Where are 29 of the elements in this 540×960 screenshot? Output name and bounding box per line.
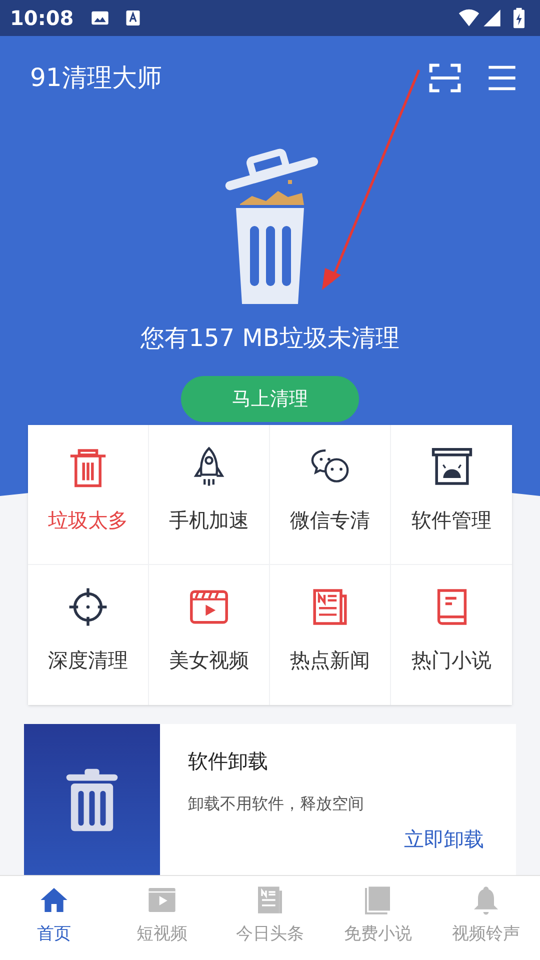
app-title: 91清理大师 (30, 62, 162, 94)
text-icon (124, 9, 142, 27)
clock: 10:08 (10, 5, 74, 32)
tool-label: 垃圾太多 (48, 507, 128, 534)
tool-label: 手机加速 (169, 507, 249, 534)
scan-icon (428, 61, 462, 95)
tool-label: 热门小说 (412, 647, 492, 674)
tool-tile[interactable]: 深度清理 (28, 565, 149, 705)
tool-tile[interactable]: 微信专清 (270, 425, 391, 565)
uninstall-now-link[interactable]: 立即卸载 (404, 824, 484, 854)
tool-label: 软件管理 (412, 507, 492, 534)
tool-label: 深度清理 (48, 647, 128, 674)
tool-label: 热点新闻 (290, 647, 370, 674)
tool-tile[interactable]: 美女视频 (149, 565, 270, 705)
tool-tile[interactable]: 手机加速 (149, 425, 270, 565)
junk-summary: 您有157 MB垃圾未清理 (140, 323, 400, 354)
tool-tile[interactable]: 软件管理 (391, 425, 512, 565)
tool-tile[interactable]: 热点新闻 (270, 565, 391, 705)
wifi-icon (458, 7, 480, 29)
card-title: 软件卸载 (188, 748, 269, 775)
nav-tab[interactable]: 首页 (0, 876, 108, 960)
tool-tile[interactable]: 垃圾太多 (28, 425, 149, 565)
card-description: 卸载不用软件，释放空间 (188, 793, 365, 815)
tool-label: 美女视频 (169, 647, 249, 674)
tool-tile[interactable]: 热门小说 (391, 565, 512, 705)
signal-icon (482, 8, 502, 28)
trash-icon (64, 766, 120, 832)
tool-label: 微信专清 (290, 507, 370, 534)
scan-button[interactable] (428, 61, 462, 95)
